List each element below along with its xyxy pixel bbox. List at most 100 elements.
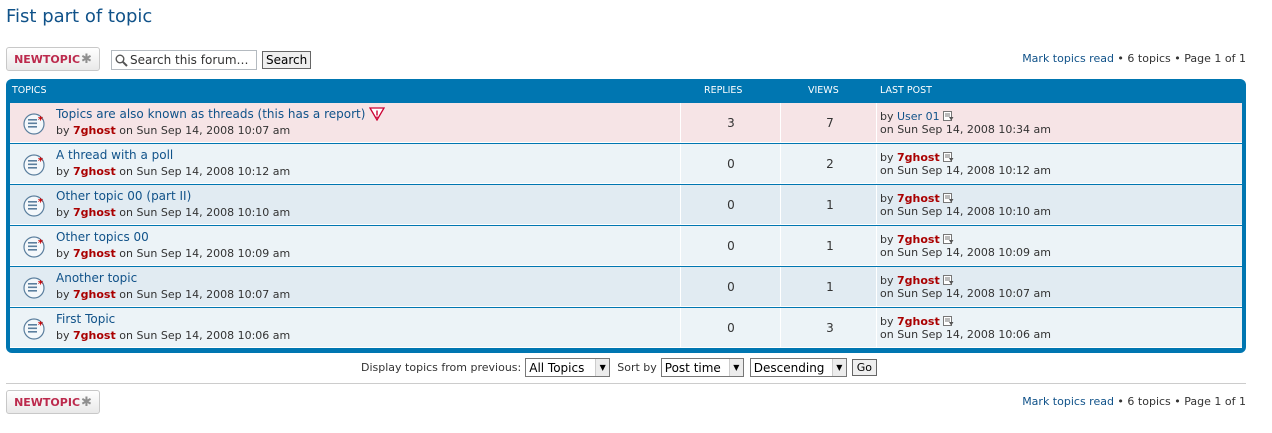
dropdown-arrow-icon: ▼: [728, 359, 743, 376]
last-post-date: on Sun Sep 14, 2008 10:10 am: [880, 205, 1051, 218]
topic-author-link[interactable]: 7ghost: [73, 329, 116, 342]
topic-author-link[interactable]: 7ghost: [73, 247, 116, 260]
last-post-author-link[interactable]: 7ghost: [897, 274, 940, 287]
topic-status-icon: *: [23, 277, 45, 303]
on-label: on: [119, 329, 133, 342]
header-replies: REPLIES: [704, 85, 743, 96]
view-latest-post-icon[interactable]: [942, 275, 954, 285]
new-topic-button[interactable]: NEWTOPIC ✱: [6, 47, 100, 71]
topic-byline: by 7ghost on Sun Sep 14, 2008 10:09 am: [56, 247, 290, 260]
replies-count: 0: [727, 239, 735, 253]
last-post-author-link[interactable]: 7ghost: [897, 315, 940, 328]
topic-title-link[interactable]: Other topics 00: [56, 230, 149, 244]
search-input[interactable]: [128, 53, 254, 67]
new-topic-button-bottom[interactable]: NEWTOPIC ✱: [6, 390, 100, 414]
topic-title-link[interactable]: Topics are also known as threads (this h…: [56, 107, 365, 121]
topic-date: Sun Sep 14, 2008 10:07 am: [136, 124, 291, 137]
view-latest-post-icon[interactable]: [942, 316, 954, 326]
search-button[interactable]: Search: [262, 51, 312, 69]
topic-status-icon: *: [23, 318, 45, 344]
mark-topics-read-link[interactable]: Mark topics read: [1022, 52, 1114, 65]
divider: [6, 383, 1246, 384]
on-label: on: [119, 206, 133, 219]
topic-row: * Other topic 00 (part II) by 7ghost on Su…: [10, 185, 1242, 225]
view-latest-post-icon[interactable]: [942, 111, 954, 121]
sort-key-select[interactable]: Post time ▼: [660, 358, 744, 377]
last-post-author-link[interactable]: User 01: [897, 110, 940, 123]
topic-author-link[interactable]: 7ghost: [73, 124, 116, 137]
column-separator: [680, 185, 681, 224]
last-post-date: on Sun Sep 14, 2008 10:07 am: [880, 287, 1051, 300]
last-post-author-link[interactable]: 7ghost: [897, 192, 940, 205]
topic-byline: by 7ghost on Sun Sep 14, 2008 10:07 am: [56, 288, 290, 301]
display-label: Display topics from previous:: [361, 361, 522, 374]
search-box: [111, 50, 257, 70]
topic-unread-icon: *: [23, 154, 45, 176]
topic-date: Sun Sep 14, 2008 10:12 am: [136, 165, 291, 178]
topic-date: Sun Sep 14, 2008 10:10 am: [136, 206, 291, 219]
page-title[interactable]: Fist part of topic: [6, 6, 152, 27]
sort-order-select[interactable]: Descending ▼: [749, 358, 847, 377]
pagination-bottom: Mark topics read • 6 topics • Page 1 of …: [1022, 395, 1246, 408]
separator: •: [1170, 52, 1185, 65]
report-marker[interactable]: [368, 106, 386, 125]
separator: •: [1170, 395, 1185, 408]
column-separator: [780, 308, 781, 347]
topic-title-link[interactable]: Another topic: [56, 271, 137, 285]
last-post-author-link[interactable]: 7ghost: [897, 151, 940, 164]
by-label: by: [880, 233, 894, 246]
topic-byline: by 7ghost on Sun Sep 14, 2008 10:12 am: [56, 165, 290, 178]
svg-text:*: *: [38, 115, 44, 126]
svg-text:*: *: [38, 279, 44, 290]
new-topic-label: NEWTOPIC: [14, 52, 81, 66]
topic-title-link[interactable]: A thread with a poll: [56, 148, 173, 162]
view-latest-post-icon[interactable]: [942, 152, 954, 162]
display-topics-select[interactable]: All Topics ▼: [525, 358, 611, 377]
topics-table: TOPICS REPLIES VIEWS LAST POST * Topics a…: [6, 79, 1246, 353]
topic-unread-icon: *: [23, 236, 45, 258]
dropdown-arrow-icon: ▼: [595, 359, 610, 376]
forum-search: Search: [111, 50, 312, 70]
svg-text:*: *: [38, 238, 44, 249]
mark-topics-read-link[interactable]: Mark topics read: [1022, 395, 1114, 408]
by-label: by: [56, 165, 70, 178]
topic-author-link[interactable]: 7ghost: [73, 206, 116, 219]
replies-count: 0: [727, 157, 735, 171]
last-post-date: on Sun Sep 14, 2008 10:12 am: [880, 164, 1051, 177]
replies-count: 0: [727, 280, 735, 294]
header-last-post: LAST POST: [880, 85, 932, 96]
views-count: 3: [826, 321, 834, 335]
column-separator: [780, 144, 781, 183]
by-label: by: [56, 206, 70, 219]
column-separator: [876, 185, 877, 224]
topic-title-link[interactable]: Other topic 00 (part II): [56, 189, 191, 203]
on-label: on: [119, 124, 133, 137]
topic-unread-icon: *: [23, 195, 45, 217]
column-separator: [780, 103, 781, 142]
last-post: by 7ghost on Sun Sep 14, 2008 10:07 am: [880, 274, 1051, 300]
view-latest-post-icon[interactable]: [942, 234, 954, 244]
new-topic-label: NEWTOPIC: [14, 395, 81, 409]
star-icon: ✱: [81, 394, 92, 410]
view-latest-post-icon[interactable]: [942, 193, 954, 203]
topic-status-icon: *: [23, 195, 45, 221]
last-post: by 7ghost on Sun Sep 14, 2008 10:09 am: [880, 233, 1051, 259]
topic-author-link[interactable]: 7ghost: [73, 165, 116, 178]
topic-unread-icon: *: [23, 318, 45, 340]
topic-status-icon: *: [23, 113, 45, 139]
topic-author-link[interactable]: 7ghost: [73, 288, 116, 301]
page-info: Page 1 of 1: [1184, 395, 1246, 408]
separator: •: [1113, 395, 1128, 408]
topic-status-icon: *: [23, 236, 45, 262]
by-label: by: [56, 124, 70, 137]
last-post: by User 01 on Sun Sep 14, 2008 10:34 am: [880, 110, 1051, 136]
go-button[interactable]: Go: [851, 359, 878, 376]
last-post: by 7ghost on Sun Sep 14, 2008 10:12 am: [880, 151, 1051, 177]
last-post-author-link[interactable]: 7ghost: [897, 233, 940, 246]
by-label: by: [56, 329, 70, 342]
topic-status-icon: *: [23, 154, 45, 180]
column-separator: [780, 267, 781, 306]
report-icon[interactable]: [368, 107, 386, 122]
topic-title-link[interactable]: First Topic: [56, 312, 115, 326]
topic-date: Sun Sep 14, 2008 10:09 am: [136, 247, 291, 260]
